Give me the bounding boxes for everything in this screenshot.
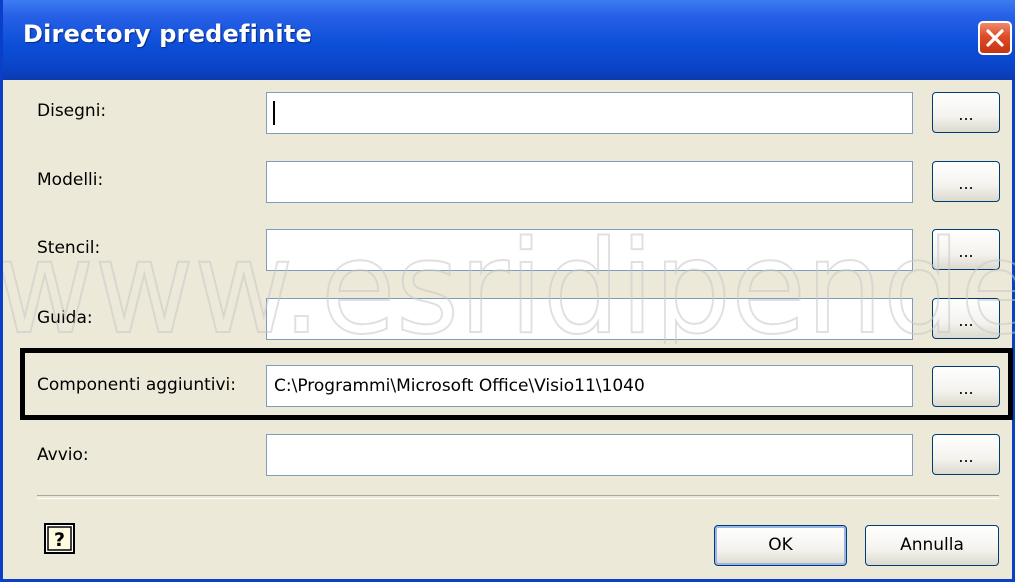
ok-button[interactable]: OK (714, 525, 847, 566)
browse-stencil-button[interactable]: ... (932, 229, 1000, 270)
avvio-field[interactable] (266, 434, 913, 476)
browse-label: ... (958, 174, 974, 193)
highlight-box (20, 348, 1013, 420)
help-glyph: ? (54, 529, 65, 551)
help-button[interactable]: ? (44, 523, 75, 554)
browse-label: ... (958, 242, 974, 261)
browse-label: ... (958, 311, 974, 330)
cancel-button[interactable]: Annulla (865, 525, 999, 566)
browse-modelli-button[interactable]: ... (932, 161, 1000, 202)
help-icon: ? (44, 523, 75, 554)
separator (37, 495, 999, 499)
close-button[interactable] (978, 21, 1012, 55)
browse-guida-button[interactable]: ... (932, 298, 1000, 339)
modelli-field[interactable] (266, 161, 913, 203)
text-caret (273, 101, 275, 125)
browse-label: ... (958, 105, 974, 124)
label-guida: Guida: (37, 308, 93, 328)
dialog-window: Directory predefinite Disegni: ... Model… (0, 0, 1015, 582)
label-avvio: Avvio: (37, 445, 89, 465)
guida-field[interactable] (266, 298, 913, 340)
label-stencil: Stencil: (37, 238, 101, 258)
label-modelli: Modelli: (37, 170, 104, 190)
title-bar[interactable]: Directory predefinite (3, 0, 1015, 80)
disegni-field[interactable] (266, 92, 913, 134)
stencil-field[interactable] (266, 229, 913, 271)
browse-label: ... (958, 447, 974, 466)
browse-avvio-button[interactable]: ... (932, 434, 1000, 475)
window-title: Directory predefinite (23, 20, 312, 48)
close-icon (986, 29, 1004, 47)
browse-disegni-button[interactable]: ... (932, 92, 1000, 133)
label-disegni: Disegni: (37, 101, 107, 121)
